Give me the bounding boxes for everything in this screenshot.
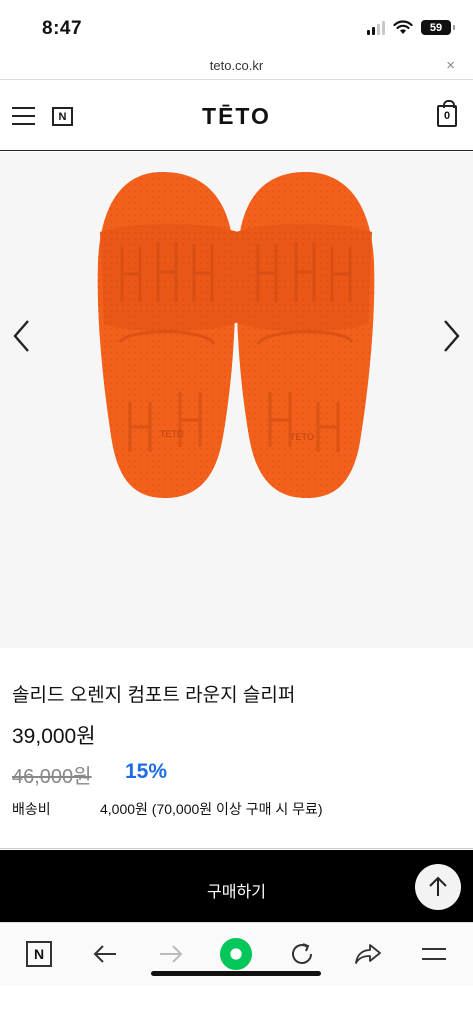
shipping-value: 4,000원 (70,000원 이상 구매 시 무료) [100,801,323,817]
buy-bar: 구매하기 [0,850,473,922]
left-sole-print: TETO [160,429,184,439]
status-time: 8:47 [42,18,83,39]
back-button[interactable] [88,937,122,971]
arrow-right-icon [160,945,183,963]
product-image: TETO TETO [97,172,375,498]
cart-icon[interactable]: 0 [437,100,457,127]
site-logo[interactable]: TĒTO [0,103,473,130]
product-title: 솔리드 오렌지 컴포트 라운지 슬리퍼 [12,685,296,706]
forward-button[interactable] [154,937,188,971]
share-button[interactable] [351,937,385,971]
status-icons: 59 [367,20,455,35]
wifi-icon [393,20,413,34]
buy-button[interactable]: 구매하기 [0,878,473,902]
reload-icon [292,943,312,964]
discount-badge: 15% [125,760,168,783]
chevron-right-icon[interactable] [439,318,463,354]
reload-button[interactable] [285,937,319,971]
home-indicator [151,971,321,976]
menu-lines-icon [422,948,446,960]
arrow-up-icon [429,876,447,896]
close-icon[interactable]: × [446,57,455,74]
url-text[interactable]: teto.co.kr [0,58,473,73]
share-icon [355,944,381,964]
naver-home-button[interactable]: N [22,937,56,971]
arrow-left-icon [93,945,116,963]
divider [0,848,473,849]
browser-toolbar: N [0,922,473,986]
site-header: N TĒTO 0 [0,81,473,151]
original-price: 46,000원 [12,766,92,788]
green-dot-button[interactable] [219,937,253,971]
sale-price: 39,000원 [12,725,96,748]
browser-url-bar[interactable]: teto.co.kr × [0,56,473,80]
right-sole-print: TETO [290,432,314,442]
shipping-label: 배송비 [12,801,51,817]
product-image-gallery[interactable]: TETO TETO [0,152,473,648]
cellular-signal-icon [367,20,385,35]
more-menu-button[interactable] [417,937,451,971]
battery-icon: 59 [421,20,455,35]
green-dot-icon [219,937,253,971]
chevron-left-icon[interactable] [10,318,34,354]
naver-n-icon: N [26,941,52,967]
status-bar: 8:47 59 [0,0,473,56]
scroll-to-top-button[interactable] [415,864,461,910]
